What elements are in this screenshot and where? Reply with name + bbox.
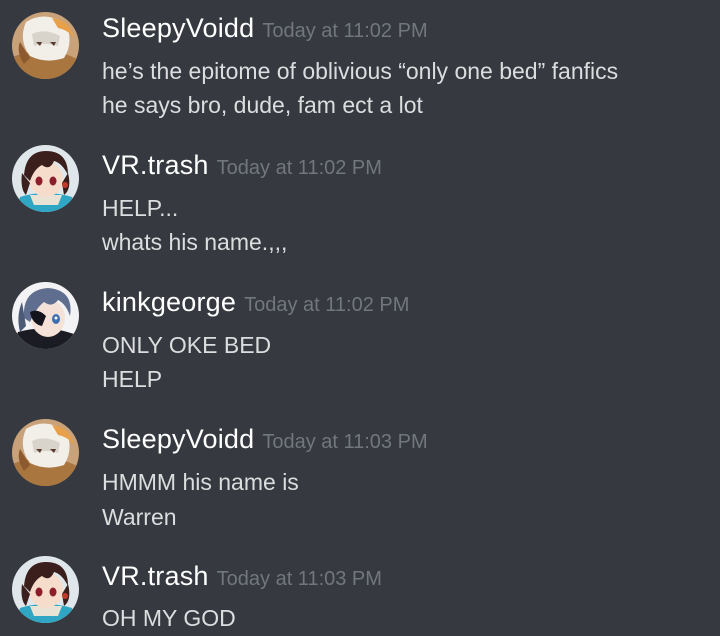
chat-message-list: SleepyVoidd Today at 11:02 PM he’s the ep… bbox=[0, 0, 720, 636]
blue-haired-eyepatch-character-avatar-icon[interactable] bbox=[12, 282, 79, 349]
message-author[interactable]: kinkgeorge bbox=[102, 287, 236, 317]
message-text: OH MY GOD bbox=[102, 605, 236, 631]
message-text: whats his name.,,, bbox=[102, 229, 288, 255]
white-haired-character-avatar-icon[interactable] bbox=[12, 419, 79, 486]
message-text: he says bro, dude, fam ect a lot bbox=[102, 92, 423, 118]
message-timestamp: Today at 11:02 PM bbox=[262, 20, 428, 42]
message-author[interactable]: VR.trash bbox=[102, 150, 209, 180]
message-text: ONLY OKE BED bbox=[102, 332, 272, 358]
message-text: he’s the epitome of oblivious “only one … bbox=[102, 58, 619, 84]
dark-haired-anime-character-avatar-icon[interactable] bbox=[12, 145, 79, 212]
message-timestamp: Today at 11:02 PM bbox=[244, 294, 410, 316]
message-text: HELP bbox=[102, 366, 163, 392]
message-author[interactable]: VR.trash bbox=[102, 561, 209, 591]
message-text: HMMM his name is bbox=[102, 469, 299, 495]
message-text: HELP... bbox=[102, 195, 179, 221]
message-timestamp: Today at 11:02 PM bbox=[216, 157, 382, 179]
message-text: Warren bbox=[102, 504, 177, 530]
message-author[interactable]: SleepyVoidd bbox=[102, 424, 254, 454]
message-timestamp: Today at 11:03 PM bbox=[216, 568, 382, 590]
message-author[interactable]: SleepyVoidd bbox=[102, 13, 254, 43]
dark-haired-anime-character-avatar-icon[interactable] bbox=[12, 556, 79, 623]
message-timestamp: Today at 11:03 PM bbox=[262, 431, 428, 453]
white-haired-character-avatar-icon[interactable] bbox=[12, 12, 79, 79]
